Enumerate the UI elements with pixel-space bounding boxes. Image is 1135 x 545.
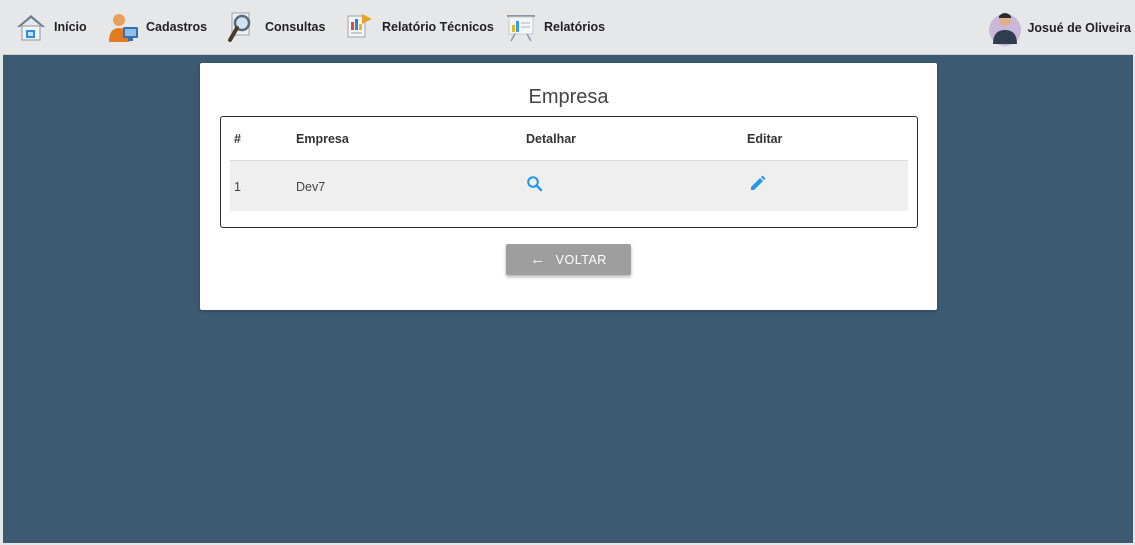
column-header-detalhar: Detalhar: [526, 132, 577, 146]
table-row: 1 Dev7: [230, 161, 908, 211]
empresa-table: # Empresa Detalhar Editar 1 Dev7: [220, 116, 918, 228]
nav-label: Cadastros: [146, 20, 208, 34]
report-icon: [347, 14, 372, 38]
nav-label: Relatórios: [544, 20, 606, 34]
nav-item-relatorio-tecnicos[interactable]: Relatório Técnicos: [342, 10, 494, 44]
pencil-icon[interactable]: [748, 175, 766, 193]
home-icon: [17, 15, 45, 41]
back-button-label: VOLTAR: [555, 252, 607, 267]
nav-label: Consultas: [265, 20, 326, 34]
row-empresa: Dev7: [296, 180, 326, 194]
presentation-chart-icon: [507, 15, 535, 42]
page-title: Empresa: [528, 86, 609, 108]
column-header-editar: Editar: [747, 132, 783, 146]
search-icon[interactable]: [526, 175, 544, 193]
nav-item-consultas[interactable]: Consultas: [225, 10, 325, 44]
nav-label: Início: [54, 20, 87, 34]
users-icon: [109, 14, 138, 42]
row-number: 1: [234, 180, 241, 194]
nav-item-cadastros[interactable]: Cadastros: [106, 10, 207, 44]
column-header-number: #: [234, 132, 241, 146]
arrow-left-icon: ←: [530, 251, 546, 268]
user-name: Josué de Oliveira: [1027, 21, 1131, 35]
user-menu[interactable]: Josué de Oliveira: [987, 8, 1131, 48]
empresa-card: Empresa # Empresa Detalhar Editar 1 Dev7…: [200, 63, 937, 310]
nav-item-relatorios[interactable]: Relatórios: [504, 10, 605, 44]
back-button[interactable]: ← VOLTAR: [506, 244, 631, 275]
nav-item-inicio[interactable]: Início: [14, 10, 87, 44]
avatar: [989, 13, 1022, 46]
magnifier-icon: [228, 12, 251, 42]
top-navbar: Início Cadastros Consultas Relatório Téc…: [0, 0, 1135, 55]
column-header-empresa: Empresa: [296, 132, 349, 146]
nav-label: Relatório Técnicos: [382, 20, 494, 34]
